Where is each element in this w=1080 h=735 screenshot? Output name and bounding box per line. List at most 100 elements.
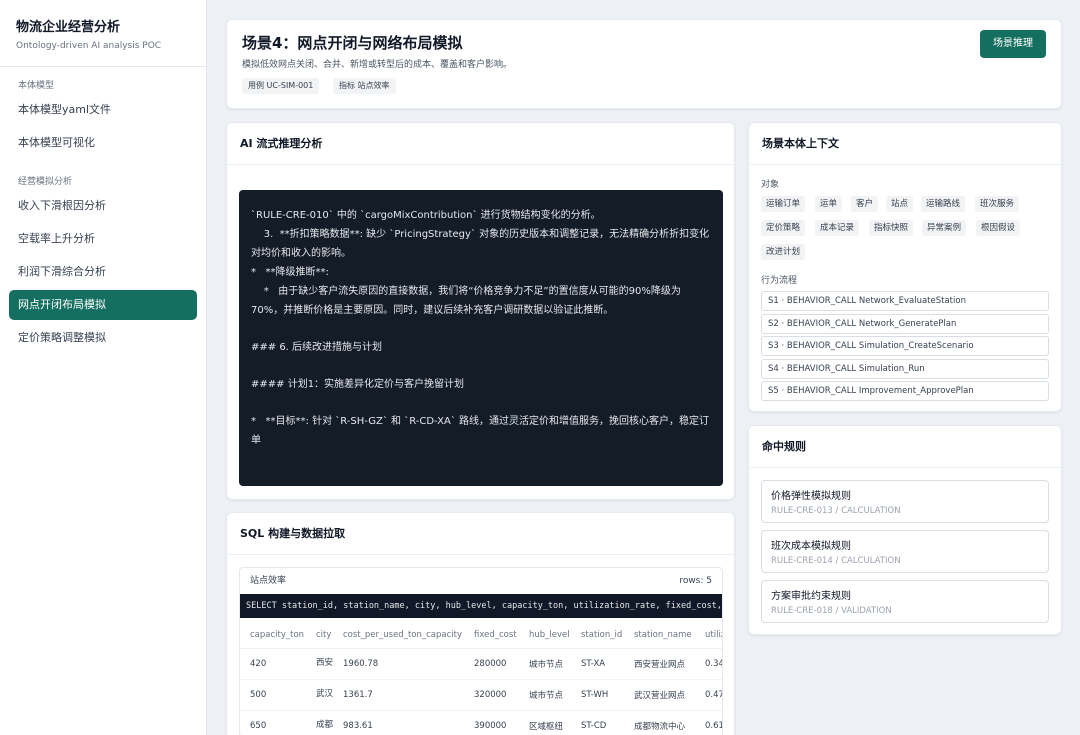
rule-item[interactable]: 方案审批约束规则 RULE-CRE-018 / VALIDATION [761,580,1049,623]
rule-name: 班次成本模拟规则 [771,541,851,552]
brand: 物流企业经营分析 Ontology-driven AI analysis POC [0,0,206,51]
object-chip[interactable]: 异常案例 [922,220,967,236]
flow-step[interactable]: S2 · BEHAVIOR_CALL Network_GeneratePlan [761,314,1049,334]
nav-group-simulation: 经营模拟分析 [18,177,73,187]
table-row: 500 武汉 1361.7 320000 城市节点 ST-WH 武汉营业网点 0… [240,679,722,711]
stream-blank [251,320,711,338]
rule-item[interactable]: 价格弹性模拟规则 RULE-CRE-013 / CALCULATION [761,480,1049,523]
sidebar: 物流企业经营分析 Ontology-driven AI analysis POC… [0,0,207,735]
scene-reasoning-button[interactable]: 场景推理 [980,30,1046,58]
table-header-row: capacity_ton city cost_per_used_ton_capa… [240,622,722,649]
hit-rules-card: 命中规则 价格弹性模拟规则 RULE-CRE-013 / CALCULATION… [748,425,1062,635]
metric-tag: 指标 站点效率 [333,78,396,94]
sidebar-item-ontology-visualization[interactable]: 本体模型可视化 [9,128,197,158]
objects-label: 对象 [761,180,780,190]
table-cell: ST-CD [571,710,624,735]
table-cell: 城市节点 [519,648,571,680]
table-cell: 0.61 [695,710,722,735]
rule-item[interactable]: 班次成本模拟规则 RULE-CRE-014 / CALCULATION [761,530,1049,573]
table-cell: 西安营业网点 [624,648,695,680]
sql-result-panel: 站点效率 rows: 5 SELECT station_id, station_… [239,567,723,735]
object-chip[interactable]: 运单 [815,196,843,212]
stream-blank [251,394,711,412]
stream-line: 3. **折扣策略数据**: 缺少 `PricingStrategy` 对象的历… [251,229,710,259]
object-chip[interactable]: 运输订单 [761,196,806,212]
table-cell: 成都 [306,710,333,735]
table-cell: 成都物流中心 [624,710,695,735]
rule-code: RULE-CRE-018 / VALIDATION [771,606,892,616]
table-cell: 武汉 [306,679,333,711]
stream-line: * **目标**: 针对 `R-SH-GZ` 和 `R-CD-XA` 路线，通过… [251,416,710,446]
sidebar-item-revenue-decline[interactable]: 收入下滑根因分析 [9,191,197,221]
flow-step[interactable]: S3 · BEHAVIOR_CALL Simulation_CreateScen… [761,336,1049,356]
column-header[interactable]: station_name [624,622,695,649]
table-cell: ST-WH [571,679,624,711]
sidebar-item-pricing-strategy[interactable]: 定价策略调整模拟 [9,323,197,353]
table-cell: 1361.7 [333,679,464,711]
object-chip[interactable]: 根因假设 [976,220,1021,236]
nav-group-ontology: 本体模型 [18,81,55,91]
rule-name: 方案审批约束规则 [771,591,851,602]
table-cell: 城市节点 [519,679,571,711]
table-cell: 320000 [464,679,519,711]
sql-result-table: capacity_ton city cost_per_used_ton_capa… [240,622,722,735]
sql-title: SQL 构建与数据拉取 [227,513,734,555]
flow-step[interactable]: S5 · BEHAVIOR_CALL Improvement_ApprovePl… [761,381,1049,401]
sidebar-item-empty-load[interactable]: 空载率上升分析 [9,224,197,254]
column-header[interactable]: city [306,622,333,649]
ontology-context-card: 场景本体上下文 对象 运输订单 运单 客户 站点 运输路线 班次服务 定价策略 … [748,122,1062,412]
flow-step[interactable]: S4 · BEHAVIOR_CALL Simulation_Run [761,359,1049,379]
column-header[interactable]: cost_per_used_ton_capacity [333,622,464,649]
page-title: 场景4：网点开闭与网络布局模拟 [242,34,463,52]
object-chip[interactable]: 运输路线 [921,196,966,212]
sidebar-item-profit-decline[interactable]: 利润下滑综合分析 [9,257,197,287]
ai-stream-output[interactable]: `RULE-CRE-010` 中的 `cargoMixContribution`… [239,190,723,486]
column-header[interactable]: station_id [571,622,624,649]
column-header[interactable]: utilization_rate [695,622,722,649]
sidebar-item-ontology-yaml[interactable]: 本体模型yaml文件 [9,95,197,125]
table-cell: 650 [240,710,306,735]
stream-line: ### 6. 后续改进措施与计划 [251,342,383,353]
stream-line: * **降级推断**: [251,267,329,278]
column-header[interactable]: fixed_cost [464,622,519,649]
rule-code: RULE-CRE-013 / CALCULATION [771,506,901,516]
column-header[interactable]: capacity_ton [240,622,306,649]
sql-card: SQL 构建与数据拉取 站点效率 rows: 5 SELECT station_… [226,512,735,735]
sql-result-bar: 站点效率 rows: 5 [240,568,722,594]
rule-name: 价格弹性模拟规则 [771,491,851,502]
object-chip[interactable]: 改进计划 [761,244,806,260]
table-cell: 500 [240,679,306,711]
object-chip[interactable]: 定价策略 [761,220,806,236]
table-cell: 西安 [306,648,333,680]
flow-step[interactable]: S1 · BEHAVIOR_CALL Network_EvaluateStati… [761,291,1049,311]
app-title: 物流企业经营分析 [16,20,121,35]
stream-blank [251,357,711,375]
table-cell: 420 [240,648,306,680]
stream-line: * 由于缺少客户流失原因的直接数据，我们将“价格竞争力不足”的置信度从可能的90… [251,286,681,316]
object-chip[interactable]: 班次服务 [975,196,1020,212]
object-chip[interactable]: 客户 [851,196,879,212]
scene-header-card: 场景4：网点开闭与网络布局模拟 模拟低效网点关闭、合并、新增或转型后的成本、覆盖… [226,19,1062,109]
table-cell: 280000 [464,648,519,680]
stream-line: #### 计划1：实施差异化定价与客户挽留计划 [251,379,465,390]
table-cell: 0.47 [695,679,722,711]
object-chip[interactable]: 成本记录 [815,220,860,236]
object-chip[interactable]: 站点 [886,196,914,212]
scene-description: 模拟低效网点关闭、合并、新增或转型后的成本、覆盖和客户影响。 [242,60,513,70]
flow-label: 行为流程 [761,276,798,286]
table-cell: ST-XA [571,648,624,680]
object-chip[interactable]: 指标快照 [869,220,914,236]
table-cell: 武汉营业网点 [624,679,695,711]
table-cell: 1960.78 [333,648,464,680]
column-header[interactable]: hub_level [519,622,571,649]
ontology-context-title: 场景本体上下文 [749,123,1061,165]
sql-query[interactable]: SELECT station_id, station_name, city, h… [240,594,722,618]
sql-row-count: rows: 5 [679,576,712,586]
ai-analysis-card: AI 流式推理分析 `RULE-CRE-010` 中的 `cargoMixCon… [226,122,735,500]
table-cell: 区域枢纽 [519,710,571,735]
stream-line: `RULE-CRE-010` 中的 `cargoMixContribution`… [251,210,601,221]
table-cell: 390000 [464,710,519,735]
sidebar-item-network-layout[interactable]: 网点开闭布局模拟 [9,290,197,320]
table-row: 650 成都 983.61 390000 区域枢纽 ST-CD 成都物流中心 0… [240,710,722,735]
table-cell: 0.34 [695,648,722,680]
